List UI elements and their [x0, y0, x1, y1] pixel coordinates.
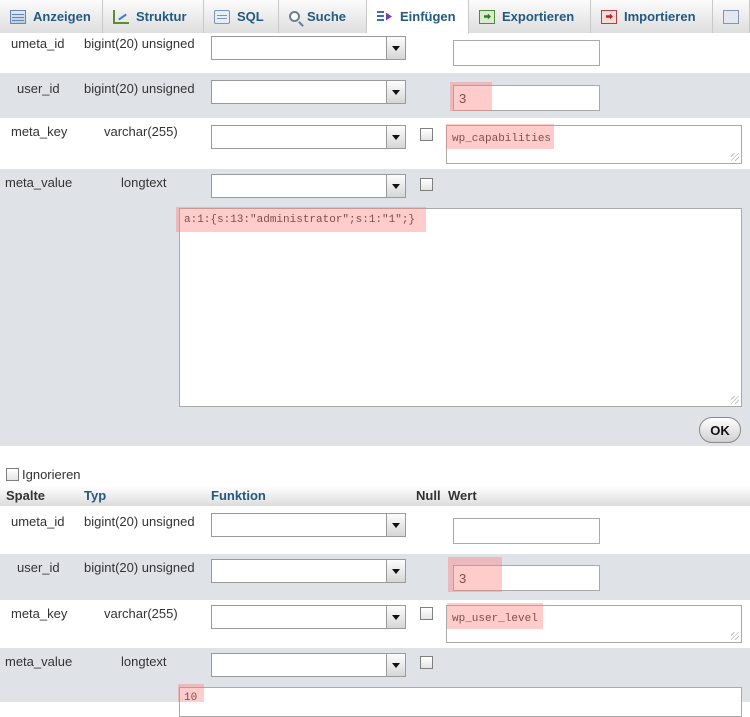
tab-label: SQL: [237, 9, 264, 24]
function-select[interactable]: [211, 80, 406, 104]
resize-grip-icon[interactable]: [731, 632, 739, 640]
column-name: user_id: [17, 560, 60, 575]
form2-row-meta-key: meta_key varchar(255) wp_user_level: [0, 600, 750, 648]
ok-button[interactable]: OK: [699, 417, 741, 443]
highlight-marker: [447, 603, 543, 629]
column-name: umeta_id: [11, 36, 65, 51]
form1-row-umeta-id: umeta_id bigint(20) unsigned: [0, 33, 750, 73]
chevron-down-icon: [386, 81, 405, 103]
column-type: varchar(255): [104, 606, 178, 621]
form2-row-meta-value: meta_value longtext 10: [0, 648, 750, 717]
column-name: meta_key: [11, 606, 68, 621]
tab-label: Suche: [307, 9, 347, 24]
column-name: user_id: [17, 81, 60, 96]
form1-row-meta-key: meta_key varchar(255) wp_capabilities: [0, 118, 750, 169]
export-icon: [479, 9, 495, 24]
value-textarea[interactable]: a:1:{s:13:"administrator";s:1:"1";}: [179, 208, 742, 407]
chevron-down-icon: [386, 175, 405, 197]
column-header-row: Spalte Typ Funktion Null Wert: [0, 486, 750, 506]
highlight-marker: [450, 82, 492, 111]
ignore-checkbox[interactable]: [6, 468, 19, 481]
function-select[interactable]: [211, 36, 406, 60]
tab-label: Struktur: [136, 9, 187, 24]
highlight-marker: [448, 557, 502, 592]
tab-more[interactable]: [713, 0, 750, 33]
chevron-down-icon: [386, 37, 405, 59]
column-name: meta_key: [11, 124, 68, 139]
resize-grip-icon[interactable]: [731, 396, 739, 404]
column-type: varchar(255): [104, 124, 178, 139]
column-name: umeta_id: [11, 514, 65, 529]
function-select[interactable]: [211, 174, 406, 198]
form1-row-user-id: user_id bigint(20) unsigned 3: [0, 73, 750, 118]
tab-label: Anzeigen: [33, 9, 91, 24]
header-type[interactable]: Typ: [84, 488, 106, 503]
column-name: meta_value: [5, 654, 73, 669]
tab-anzeigen[interactable]: Anzeigen: [0, 0, 103, 33]
tab-label: Importieren: [624, 9, 696, 24]
value-textarea[interactable]: 10: [179, 687, 742, 717]
tab-einfuegen[interactable]: Einfügen: [367, 0, 469, 34]
tab-exportieren[interactable]: Exportieren: [469, 0, 591, 33]
header-function[interactable]: Funktion: [211, 488, 266, 503]
column-type: bigint(20) unsigned: [84, 514, 195, 529]
structure-icon: [113, 9, 129, 24]
resize-grip-icon[interactable]: [731, 153, 739, 161]
column-type: bigint(20) unsigned: [84, 36, 195, 51]
column-type: longtext: [121, 175, 167, 190]
column-type: bigint(20) unsigned: [84, 81, 195, 96]
column-name: meta_value: [5, 175, 73, 190]
highlight-marker: [176, 207, 426, 232]
ignore-label: Ignorieren: [22, 467, 81, 482]
column-type: bigint(20) unsigned: [84, 560, 195, 575]
chevron-down-icon: [386, 654, 405, 676]
tab-importieren[interactable]: Importieren: [591, 0, 713, 33]
function-select[interactable]: [211, 513, 406, 537]
chevron-down-icon: [386, 560, 405, 582]
null-checkbox[interactable]: [420, 128, 433, 141]
import-icon: [601, 9, 617, 24]
tab-label: Exportieren: [502, 9, 575, 24]
null-checkbox[interactable]: [420, 656, 433, 669]
function-select[interactable]: [211, 125, 406, 149]
null-checkbox[interactable]: [420, 607, 433, 620]
function-select[interactable]: [211, 653, 406, 677]
header-column: Spalte: [6, 488, 46, 503]
tab-suche[interactable]: Suche: [279, 0, 367, 33]
tab-label: Einfügen: [400, 9, 456, 24]
value-input[interactable]: [453, 40, 600, 66]
tab-sql[interactable]: SQL: [204, 0, 279, 33]
highlight-marker: [446, 124, 554, 149]
form2-row-user-id: user_id bigint(20) unsigned 3: [0, 554, 750, 600]
chevron-down-icon: [386, 126, 405, 148]
sql-icon: [214, 9, 230, 24]
null-checkbox[interactable]: [420, 178, 433, 191]
highlight-marker: [178, 684, 204, 702]
more-icon: [723, 9, 739, 24]
header-value: Wert: [448, 488, 477, 503]
header-null: Null: [416, 488, 441, 503]
form2-row-umeta-id: umeta_id bigint(20) unsigned: [0, 506, 750, 554]
value-input[interactable]: [453, 518, 600, 544]
tab-struktur[interactable]: Struktur: [103, 0, 204, 33]
search-icon: [289, 11, 300, 22]
function-select[interactable]: [211, 559, 406, 583]
function-select[interactable]: [211, 605, 406, 629]
table-icon: [10, 9, 26, 24]
chevron-down-icon: [386, 606, 405, 628]
chevron-down-icon: [386, 514, 405, 536]
form1-row-meta-value: meta_value longtext a:1:{s:13:"administr…: [0, 169, 750, 446]
insert-icon: [377, 10, 393, 24]
column-type: longtext: [121, 654, 167, 669]
tab-bar: Anzeigen Struktur SQL Suche Einfügen Exp…: [0, 0, 750, 34]
